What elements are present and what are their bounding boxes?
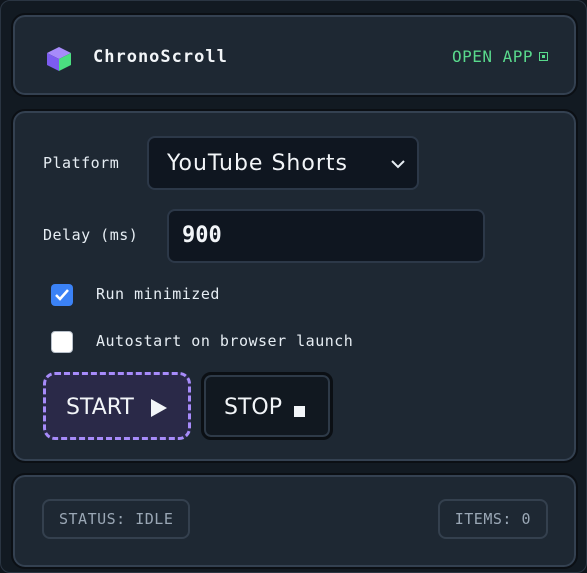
autostart-label: Autostart on browser launch bbox=[96, 332, 354, 350]
header-card: ChronoScroll OPEN APP bbox=[11, 13, 578, 97]
status-badge: STATUS: IDLE bbox=[42, 499, 191, 539]
delay-input-value: 900 bbox=[182, 223, 222, 248]
play-icon bbox=[151, 399, 167, 417]
run-minimized-checkbox[interactable] bbox=[51, 284, 73, 306]
status-card: STATUS: IDLE ITEMS: 0 bbox=[11, 473, 578, 569]
run-minimized-label: Run minimized bbox=[96, 285, 220, 303]
stop-button-label: STOP bbox=[224, 395, 282, 420]
checkmark-icon bbox=[55, 289, 69, 301]
delay-input[interactable]: 900 bbox=[167, 209, 485, 263]
platform-selected-value: YouTube Shorts bbox=[167, 151, 348, 176]
open-app-label: OPEN APP bbox=[451, 47, 533, 66]
external-window-icon bbox=[539, 52, 548, 61]
stop-square-icon bbox=[294, 406, 305, 417]
platform-select[interactable]: YouTube Shorts bbox=[147, 136, 419, 190]
chevron-down-icon bbox=[391, 160, 405, 169]
platform-label: Platform bbox=[43, 154, 120, 172]
autostart-checkbox[interactable] bbox=[51, 331, 73, 353]
extension-popup: ChronoScroll OPEN APP Platform YouTube S… bbox=[0, 0, 587, 573]
start-button-label: START bbox=[66, 395, 134, 420]
start-button[interactable]: START bbox=[43, 372, 191, 440]
stop-button[interactable]: STOP bbox=[201, 372, 333, 440]
cube-logo-icon bbox=[47, 47, 71, 71]
delay-label: Delay (ms) bbox=[43, 226, 139, 244]
app-name: ChronoScroll bbox=[93, 47, 228, 67]
settings-card: Platform YouTube Shorts Delay (ms) 900 R… bbox=[11, 109, 578, 463]
open-app-link[interactable]: OPEN APP bbox=[452, 47, 548, 66]
items-count-badge: ITEMS: 0 bbox=[437, 499, 548, 539]
